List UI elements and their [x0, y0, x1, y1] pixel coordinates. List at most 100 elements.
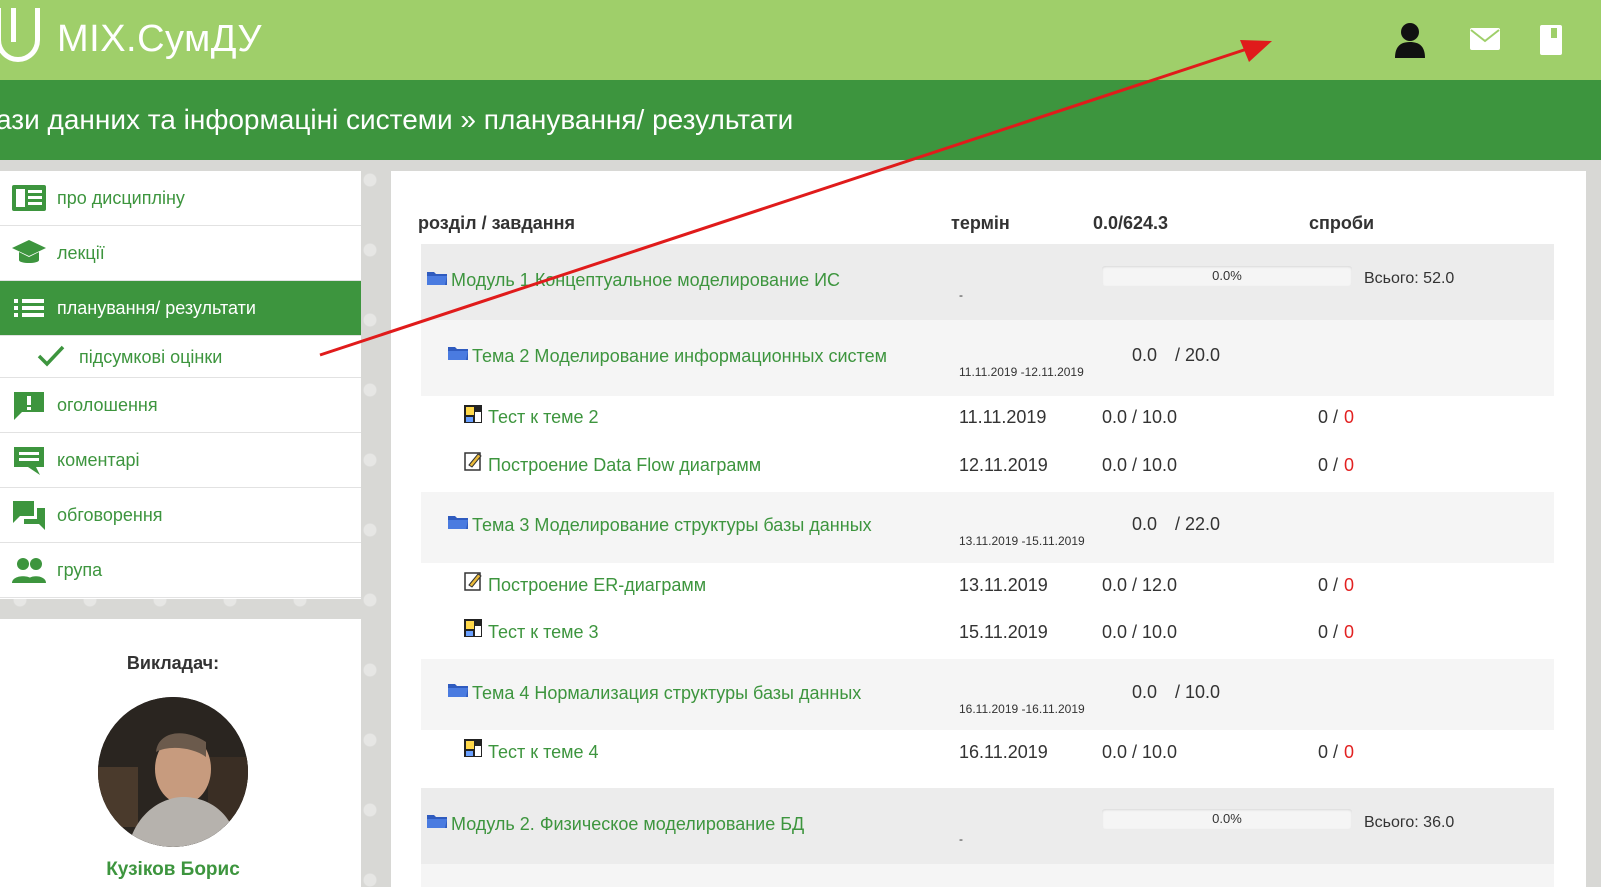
folder-icon — [427, 272, 447, 285]
test-icon — [464, 619, 482, 637]
header-score: 0.0/624.3 — [1093, 213, 1169, 233]
topic-score: 0.0 — [1132, 514, 1158, 534]
task-attempts-zero: 0 — [1344, 622, 1355, 642]
topic-title[interactable]: Тема 3 Моделирование структуры базы данн… — [472, 515, 872, 536]
topic-score: 0.0 — [1132, 345, 1158, 365]
list-icon — [14, 299, 44, 317]
topic-row: Тема 3 Моделирование структуры базы данн… — [421, 492, 1554, 563]
sidebar-item-label: планування/ результати — [57, 297, 256, 318]
module-total: Всього: 36.0 — [1364, 814, 1455, 831]
test-icon — [464, 739, 482, 757]
module-dates: - — [959, 288, 963, 302]
sidebar-item-label: група — [57, 559, 103, 580]
sidebar-item-label: про дисципліну — [57, 187, 185, 208]
sidebar-subitem-final-grades[interactable]: підсумкові оцінки — [0, 336, 361, 378]
test-icon — [464, 405, 482, 423]
sidebar-item-about[interactable]: про дисципліну — [0, 171, 361, 226]
breadcrumb: ази данних та інформаціні системи » план… — [0, 104, 794, 135]
group-icon — [12, 558, 46, 583]
breadcrumb-bar: ази данних та інформаціні системи » план… — [0, 80, 1601, 160]
task-title[interactable]: Тест к теме 4 — [488, 742, 599, 763]
module-title[interactable]: Модуль 1 Концептуальное моделирование ИС — [451, 270, 840, 291]
task-score: 0.0 / 10.0 — [1102, 455, 1178, 475]
task-date: 16.11.2019 — [959, 742, 1048, 762]
task-title[interactable]: Построение ER-диаграмм — [488, 575, 706, 596]
task-title[interactable]: Построение Data Flow диаграмм — [488, 455, 761, 476]
task-date: 15.11.2019 — [959, 622, 1048, 642]
task-title[interactable]: Тест к теме 3 — [488, 622, 599, 643]
module-row: Модуль 2. Физическое моделирование БД - … — [421, 788, 1554, 864]
logo-icon[interactable] — [0, 8, 40, 62]
module-title[interactable]: Модуль 2. Физическое моделирование БД — [451, 814, 804, 835]
module-row: Модуль 1 Концептуальное моделирование ИС… — [421, 244, 1554, 320]
top-bar: MIX.СумДУ — [0, 0, 1601, 80]
topic-max: / 10.0 — [1175, 682, 1221, 702]
topic-title[interactable]: Тема 4 Нормализация структуры базы данны… — [472, 683, 861, 704]
task-attempts-zero: 0 — [1344, 407, 1355, 427]
task-date: 12.11.2019 — [959, 455, 1048, 475]
topic-row: Тема 4 Нормализация структуры базы данны… — [421, 659, 1554, 730]
folder-icon — [427, 815, 447, 828]
module-total: Всього: 52.0 — [1364, 270, 1455, 287]
sidebar-item-label: оголошення — [57, 394, 158, 415]
module-progress: 0.0% — [1102, 266, 1352, 286]
graduation-cap-icon — [12, 240, 46, 263]
sidebar-item-discussions[interactable]: обговорення — [0, 488, 361, 543]
task-score: 0.0 / 10.0 — [1102, 622, 1178, 642]
topic-dates: 13.11.2019 -15.11.2019 — [959, 534, 1085, 548]
brand-name[interactable]: MIX.СумДУ — [57, 18, 262, 61]
assignment-icon — [464, 452, 482, 471]
sidebar-item-lectures[interactable]: лекції — [0, 226, 361, 281]
comment-icon — [14, 447, 44, 475]
avatar[interactable] — [98, 697, 248, 847]
avatar-photo — [98, 697, 248, 847]
mail-icon[interactable] — [1470, 28, 1500, 50]
sidebar-menu: про дисципліну лекції планування/ резуль… — [0, 171, 361, 599]
task-date: 13.11.2019 — [959, 575, 1048, 595]
teacher-name[interactable]: Кузіков Борис — [0, 859, 346, 881]
book-list-icon — [12, 185, 46, 211]
topic-dates: 16.11.2019 -16.11.2019 — [959, 702, 1085, 716]
header-section: розділ / завдання — [418, 213, 576, 233]
forum-icon — [13, 501, 45, 530]
task-title[interactable]: Тест к теме 2 — [488, 407, 599, 428]
sidebar-item-comments[interactable]: коментарі — [0, 433, 361, 488]
task-row: Построение ER-диаграмм 13.11.2019 0.0 / … — [421, 563, 1554, 611]
module-progress: 0.0% — [1102, 809, 1352, 829]
task-row: Тест к теме 4 16.11.2019 0.0 / 10.0 0 / … — [421, 730, 1554, 778]
task-row: Тест к теме 2 11.11.2019 0.0 / 10.0 0 / … — [421, 396, 1554, 444]
teacher-card: Викладач: Кузіков Борис — [0, 619, 361, 887]
folder-icon — [448, 684, 468, 697]
task-attempts-zero: 0 — [1344, 742, 1355, 762]
sidebar-item-label: коментарі — [57, 449, 140, 470]
task-row: Построение Data Flow диаграмм 12.11.2019… — [421, 444, 1554, 492]
plan-results-panel: розділ / завдання термін 0.0/624.3 спроб… — [391, 171, 1586, 887]
topic-dates: 11.11.2019 -12.11.2019 — [959, 365, 1084, 379]
announcement-icon — [14, 392, 44, 420]
sidebar-item-group[interactable]: група — [0, 543, 361, 598]
task-score: 0.0 / 10.0 — [1102, 742, 1178, 762]
task-attempts: 0 / — [1318, 455, 1339, 475]
teacher-title: Викладач: — [126, 653, 220, 673]
assignment-icon — [464, 572, 482, 591]
folder-icon — [448, 347, 468, 360]
task-attempts: 0 / — [1318, 407, 1339, 427]
task-row: Тест к теме 3 15.11.2019 0.0 / 10.0 0 / … — [421, 611, 1554, 659]
sidebar-item-announcements[interactable]: оголошення — [0, 378, 361, 433]
book-icon[interactable] — [1540, 25, 1562, 55]
task-attempts-zero: 0 — [1344, 575, 1355, 595]
task-score: 0.0 / 12.0 — [1102, 575, 1178, 595]
topic-row-partial — [421, 864, 1554, 887]
user-icon[interactable] — [1393, 22, 1427, 58]
page-edge — [1586, 160, 1601, 887]
topic-title[interactable]: Тема 2 Моделирование информационных сист… — [472, 346, 887, 367]
sidebar-item-label: лекції — [57, 242, 105, 263]
task-attempts: 0 / — [1318, 622, 1339, 642]
topic-max: / 22.0 — [1175, 514, 1221, 534]
task-attempts: 0 / — [1318, 742, 1339, 762]
task-attempts-zero: 0 — [1344, 455, 1355, 475]
task-attempts: 0 / — [1318, 575, 1339, 595]
sidebar-item-planning[interactable]: планування/ результати — [0, 281, 361, 336]
sidebar-item-label: обговорення — [57, 504, 163, 525]
topic-row: Тема 2 Моделирование информационных сист… — [421, 320, 1554, 396]
